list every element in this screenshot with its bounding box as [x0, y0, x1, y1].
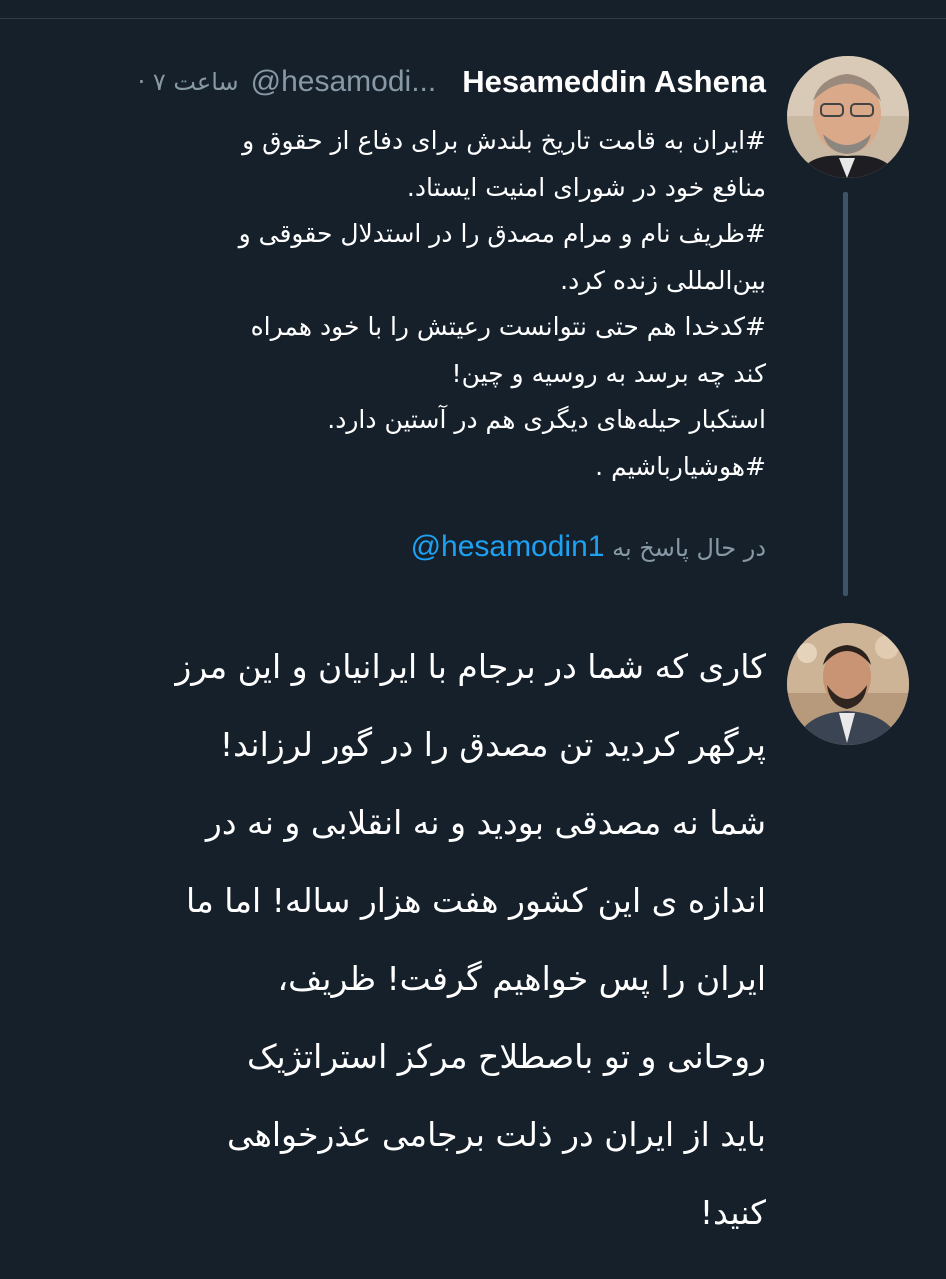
- tweet-line: #ایران به قامت تاریخ بلندش برای دفاع از …: [242, 126, 766, 155]
- replying-to: در حال پاسخ به @hesamodin1: [411, 530, 766, 564]
- tweet-line: بین‌المللی زنده کرد.: [560, 265, 766, 295]
- author-name[interactable]: Hesameddin Ashena: [462, 64, 766, 100]
- reply-line: باید از ایران در ذلت برجامی عذرخواهی: [226, 1115, 766, 1154]
- author-avatar-image: [787, 56, 909, 178]
- reply-line: روحانی و تو باصطلاح مرکز استراتژیک: [246, 1037, 766, 1076]
- reply-line: شما نه مصدقی بودید و نه انقلابی و نه در: [205, 803, 766, 842]
- reply-line: اندازه ی این کشور هفت هزار ساله! اما ما: [186, 881, 766, 920]
- tweet-line: منافع خود در شورای امنیت ایستاد.: [406, 172, 766, 202]
- tweet-header: Hesameddin Ashena @hesamodi... · ۷ ساعت: [138, 62, 766, 102]
- reply-avatar-image: [787, 623, 909, 745]
- tweet-line: استکبار حیله‌های دیگری هم در آستین دارد.: [327, 405, 766, 434]
- replying-to-label: در حال پاسخ به: [612, 534, 766, 562]
- reply-line: کنید!: [699, 1193, 766, 1232]
- tweet-timestamp[interactable]: · ۷ ساعت: [138, 68, 239, 96]
- reply-avatar[interactable]: [787, 623, 909, 745]
- tweet-text: #ایران به قامت تاریخ بلندش برای دفاع از …: [38, 118, 766, 490]
- replying-to-handle[interactable]: @hesamodin1: [411, 530, 605, 563]
- tweet-line: #هوشیارباشیم .: [595, 451, 766, 481]
- author-avatar[interactable]: [787, 56, 909, 178]
- tweet-line: کند چه برسد به روسیه و چین!: [451, 358, 766, 388]
- author-handle[interactable]: @hesamodi...: [251, 65, 437, 99]
- reply-line: پرگهر کردید تن مصدق را در گور لرزاند!: [219, 725, 766, 764]
- tweet-line: #ظریف نام و مرام مصدق را در استدلال حقوق…: [238, 219, 766, 248]
- tweet-line: #کدخدا هم حتی نتوانست رعیتش را با خود هم…: [250, 312, 766, 341]
- reply-line: ایران را پس خواهیم گرفت! ظریف،: [277, 959, 766, 998]
- top-divider: [0, 0, 946, 19]
- thread-connector-line: [843, 192, 848, 596]
- reply-text: کاری که شما در برجام با ایرانیان و این م…: [26, 628, 766, 1252]
- reply-line: کاری که شما در برجام با ایرانیان و این م…: [175, 647, 766, 686]
